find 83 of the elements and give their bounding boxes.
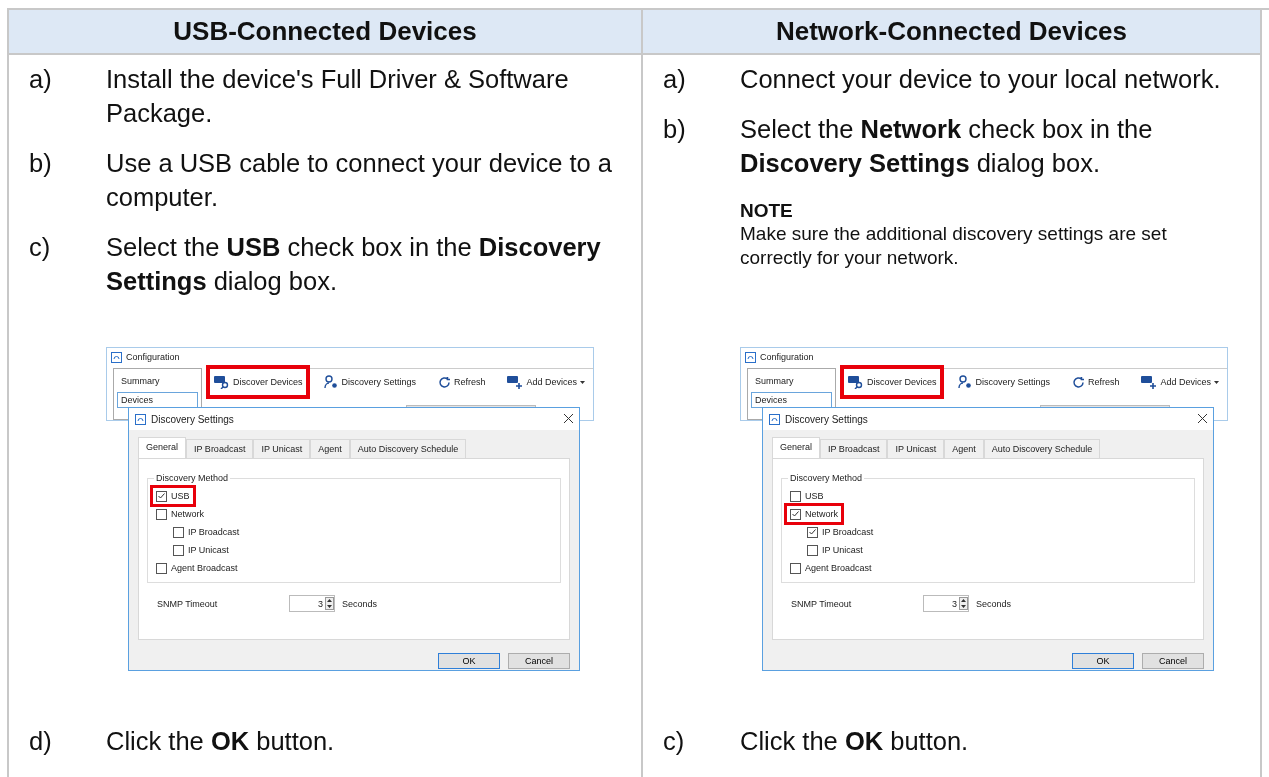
refresh-icon [437, 375, 451, 389]
checkbox[interactable]: IP Unicast [805, 543, 865, 557]
group-label: Discovery Method [155, 473, 230, 483]
step-label: c) [29, 232, 52, 263]
dialog-button[interactable]: Cancel [508, 653, 570, 669]
step-text: Install the device's Full Driver & Software Package. [106, 64, 570, 129]
step-label: d) [29, 726, 53, 757]
step-label: b) [29, 148, 53, 179]
checkbox[interactable]: IP Broadcast [805, 525, 876, 539]
timeout-label: SNMP Timeout [157, 598, 219, 609]
checkbox[interactable]: IP Broadcast [171, 525, 242, 539]
dialog-title: Discovery Settings [785, 413, 868, 425]
user-gear-icon [958, 375, 973, 389]
sidebar-item[interactable]: Summary [117, 373, 198, 389]
check-icon [158, 493, 165, 499]
app-icon [135, 413, 146, 425]
step-text: Connect your device to your local network. [740, 64, 1222, 95]
check-icon [809, 529, 816, 535]
tab[interactable]: General [138, 437, 187, 458]
monitor-search-icon [847, 375, 864, 389]
timeout-label: SNMP Timeout [791, 598, 853, 609]
close-icon[interactable] [564, 413, 573, 423]
monitor-search-icon [213, 375, 230, 389]
toolbar-button[interactable]: Refresh [1063, 365, 1128, 399]
step-label: a) [29, 64, 53, 95]
spin-field[interactable]: 3 [289, 595, 335, 612]
tab[interactable]: IP Broadcast [820, 439, 888, 458]
toolbar-button[interactable]: Refresh [429, 365, 494, 399]
step-label: b) [663, 114, 687, 145]
step-text: Select the Network check box in the Discovery Settings dialog box. [740, 114, 1154, 179]
checkbox[interactable]: Agent Broadcast [154, 561, 240, 575]
spin-field[interactable]: 3 [923, 595, 969, 612]
dialog-title: Discovery Settings [151, 413, 234, 425]
tab[interactable]: General [772, 437, 821, 458]
tab[interactable]: Agent [944, 439, 984, 458]
tab[interactable]: IP Unicast [887, 439, 945, 458]
app-icon [769, 413, 780, 425]
monitor-plus-icon [507, 375, 524, 389]
column-heading: Network-Connected Devices [643, 10, 1260, 55]
checkbox[interactable]: Network [154, 507, 206, 521]
refresh-icon [1071, 375, 1085, 389]
sidebar-item[interactable]: Summary [751, 373, 832, 389]
tab[interactable]: Auto Discovery Schedule [349, 439, 467, 458]
step-text: Click the OK button. [106, 726, 336, 757]
tab[interactable]: IP Unicast [253, 439, 311, 458]
toolbar-button[interactable]: Discovery Settings [950, 365, 1058, 399]
toolbar-button[interactable]: Add Devices [1133, 365, 1227, 399]
step-text: Click the OK button. [740, 726, 970, 757]
highlighted-toolbar-button[interactable]: Discover Devices [839, 365, 945, 399]
spin-arrows-icon[interactable] [959, 597, 968, 610]
app-icon [111, 351, 122, 363]
monitor-plus-icon [1141, 375, 1158, 389]
checkbox[interactable]: USB [788, 489, 826, 503]
dialog-button[interactable]: Cancel [1142, 653, 1204, 669]
close-icon[interactable] [1198, 413, 1207, 423]
spin-arrows-icon[interactable] [325, 597, 334, 610]
toolbar-button[interactable]: Discovery Settings [316, 365, 424, 399]
step-text: Use a USB cable to connect your device to a computer. [106, 148, 614, 213]
toolbar-button[interactable]: Add Devices [499, 365, 593, 399]
note-title: NOTE [740, 200, 794, 222]
tab[interactable]: IP Broadcast [186, 439, 254, 458]
checkbox[interactable]: Agent Broadcast [788, 561, 874, 575]
step-text: Select the USB check box in the Discovery Settings dialog box. [106, 232, 602, 297]
tab[interactable]: Auto Discovery Schedule [983, 439, 1101, 458]
step-label: c) [663, 726, 686, 757]
highlighted-toolbar-button[interactable]: Discover Devices [205, 365, 311, 399]
user-gear-icon [324, 375, 339, 389]
window-title: Configuration [760, 352, 814, 362]
check-icon [792, 511, 799, 517]
default-button[interactable]: OK [438, 653, 500, 669]
note-text: Make sure the additional discovery settings are set correctly for your network. [740, 222, 1168, 270]
highlighted-checkbox[interactable]: Network [788, 507, 840, 521]
column-heading: USB-Connected Devices [9, 10, 641, 55]
app-icon [745, 351, 756, 363]
tab[interactable]: Agent [310, 439, 350, 458]
window-title: Configuration [126, 352, 180, 362]
group-label: Discovery Method [789, 473, 864, 483]
step-label: a) [663, 64, 687, 95]
checkbox[interactable]: IP Unicast [171, 543, 231, 557]
highlighted-checkbox[interactable]: USB [154, 489, 192, 503]
unit-label: Seconds [976, 598, 1012, 609]
default-button[interactable]: OK [1072, 653, 1134, 669]
unit-label: Seconds [342, 598, 378, 609]
